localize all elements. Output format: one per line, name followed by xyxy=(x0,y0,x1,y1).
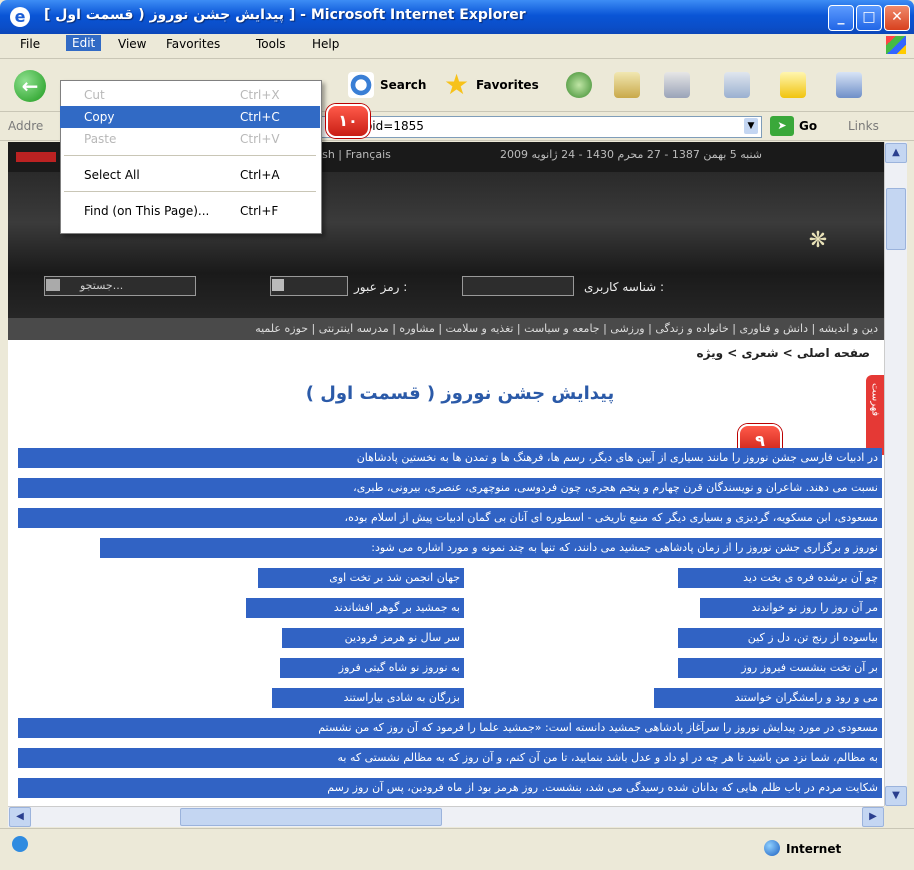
menu-file[interactable]: File xyxy=(20,37,40,51)
menu-item-shortcut: Ctrl+F xyxy=(240,204,279,218)
go-arrow-icon[interactable]: ➤ xyxy=(770,116,794,136)
side-tab[interactable]: فهرست xyxy=(866,375,884,455)
verse-right: چو آن برشده فره ی بخت دید xyxy=(678,568,882,588)
menu-item-paste[interactable]: Paste Ctrl+V xyxy=(60,128,320,150)
site-date: شنبه 5 بهمن 1387 - 27 محرم 1430 - 24 ژان… xyxy=(500,148,762,161)
article-line: مسعودی در مورد پیدایش نوروز را سرآغاز پا… xyxy=(18,718,882,738)
password-label: رمز عبور : xyxy=(354,280,408,294)
edit-page-icon[interactable] xyxy=(724,72,750,98)
menu-item-shortcut: Ctrl+V xyxy=(240,132,280,146)
menu-help[interactable]: Help xyxy=(312,37,339,51)
login-arrow-icon[interactable] xyxy=(272,279,284,291)
verse-left: به جمشید بر گوهر افشاندند xyxy=(246,598,464,618)
menu-item-copy[interactable]: Copy Ctrl+C xyxy=(60,106,320,128)
site-search-placeholder: جستجو... xyxy=(80,279,124,292)
scroll-up-icon[interactable]: ▲ xyxy=(885,143,907,163)
site-top-red-link[interactable] xyxy=(16,152,56,162)
ie-app-icon: e xyxy=(10,7,30,27)
scroll-down-icon[interactable]: ▼ xyxy=(885,786,907,806)
back-arrow-icon[interactable]: ← xyxy=(14,70,46,102)
step-badge-10: ۱۰ xyxy=(326,104,370,138)
window-title: [ پیدایش جشن نوروز ( قسمت اول ] - Micros… xyxy=(44,7,526,23)
messenger-icon[interactable] xyxy=(836,72,862,98)
links-label[interactable]: Links xyxy=(848,119,879,133)
verse-right: بر آن تخت بنشست فیروز روز xyxy=(678,658,882,678)
article-line: در ادبیات فارسی جشن نوروز را مانند بسیار… xyxy=(18,448,882,468)
article-line: مسعودی، ابن مسکویه، گردیزی و بسیاری دیگر… xyxy=(18,508,882,528)
search-icon[interactable] xyxy=(348,72,374,98)
maximize-button[interactable]: □ xyxy=(856,5,882,31)
username-label: شناسه کاربری : xyxy=(584,280,665,294)
article-line: نسبت می دهند. شاعران و نویسندگان قرن چها… xyxy=(18,478,882,498)
verse-right: می و رود و رامشگران خواستند xyxy=(654,688,882,708)
menu-item-label: Paste xyxy=(84,132,117,146)
security-zone-label: Internet xyxy=(786,842,842,856)
verse-left: جهان انجمن شد بر تخت اوی xyxy=(258,568,464,588)
side-tab-label: فهرست xyxy=(869,383,881,417)
menu-item-shortcut: Ctrl+A xyxy=(240,168,280,182)
print-icon[interactable] xyxy=(664,72,690,98)
address-label: Addre xyxy=(8,119,44,133)
favorites-star-icon[interactable]: ★ xyxy=(444,68,469,101)
article-line: به مظالم، شما نزد من باشید تا هر چه در ا… xyxy=(18,748,882,768)
go-button-label[interactable]: Go xyxy=(799,119,817,133)
verse-right: بیاسوده از رنج تن، دل ز کین xyxy=(678,628,882,648)
language-links[interactable]: lish | Français xyxy=(316,148,391,161)
menu-separator xyxy=(64,191,316,192)
menu-item-cut[interactable]: Cut Ctrl+X xyxy=(60,84,320,106)
site-logo: ❋ xyxy=(808,228,828,253)
verse-right: مر آن روز را روز نو خواندند xyxy=(700,598,882,618)
search-button-label[interactable]: Search xyxy=(380,78,426,92)
address-dropdown-icon[interactable]: ▼ xyxy=(744,118,758,134)
favorites-button-label[interactable]: Favorites xyxy=(476,78,539,92)
article-title: پیدایش جشن نوروز ( قسمت اول ) xyxy=(305,383,615,404)
scroll-right-icon[interactable]: ▶ xyxy=(862,807,884,827)
article-line: شکایت مردم در باب ظلم هایی که بدانان شده… xyxy=(18,778,882,798)
menu-tools[interactable]: Tools xyxy=(256,37,286,51)
menu-item-find[interactable]: Find (on This Page)... Ctrl+F xyxy=(60,200,320,222)
menu-item-shortcut: Ctrl+X xyxy=(240,88,280,102)
menu-favorites[interactable]: Favorites xyxy=(166,37,220,51)
username-input[interactable] xyxy=(462,276,574,296)
verse-left: سر سال نو هرمز فرودین xyxy=(282,628,464,648)
close-button[interactable]: ✕ xyxy=(884,5,910,31)
horizontal-scroll-thumb[interactable] xyxy=(180,808,442,826)
menu-item-label: Cut xyxy=(84,88,105,102)
horizontal-scrollbar[interactable] xyxy=(8,806,884,827)
menu-item-label: Find (on This Page)... xyxy=(84,204,210,218)
vertical-scroll-thumb[interactable] xyxy=(886,188,906,250)
menu-item-label: Select All xyxy=(84,168,140,182)
menu-edit[interactable]: Edit xyxy=(66,35,102,51)
discuss-icon[interactable] xyxy=(780,72,806,98)
article-line: نوروز و برگزاری جشن نوروز را از زمان پاد… xyxy=(100,538,882,558)
verse-left: به نوروز نو شاه گیتی فروز xyxy=(280,658,464,678)
page-status-icon xyxy=(12,836,28,852)
minimize-button[interactable]: _ xyxy=(828,5,854,31)
site-search-icon[interactable] xyxy=(46,279,60,291)
site-nav-strip[interactable]: دین و اندیشه | دانش و فناوری | خانواده و… xyxy=(8,318,884,340)
windows-flag-icon xyxy=(886,36,906,54)
history-icon[interactable] xyxy=(566,72,592,98)
menu-item-shortcut: Ctrl+C xyxy=(240,110,280,124)
menu-separator xyxy=(64,155,316,156)
internet-zone-icon xyxy=(764,840,780,856)
scroll-left-icon[interactable]: ◀ xyxy=(9,807,31,827)
verse-left: بزرگان به شادی بیاراستند xyxy=(272,688,464,708)
menu-item-label: Copy xyxy=(84,110,115,124)
menu-view[interactable]: View xyxy=(118,37,146,51)
mail-icon[interactable] xyxy=(614,72,640,98)
menu-item-select-all[interactable]: Select All Ctrl+A xyxy=(60,164,320,186)
breadcrumb[interactable]: صفحه اصلی > شعری > ویژه xyxy=(697,346,870,360)
